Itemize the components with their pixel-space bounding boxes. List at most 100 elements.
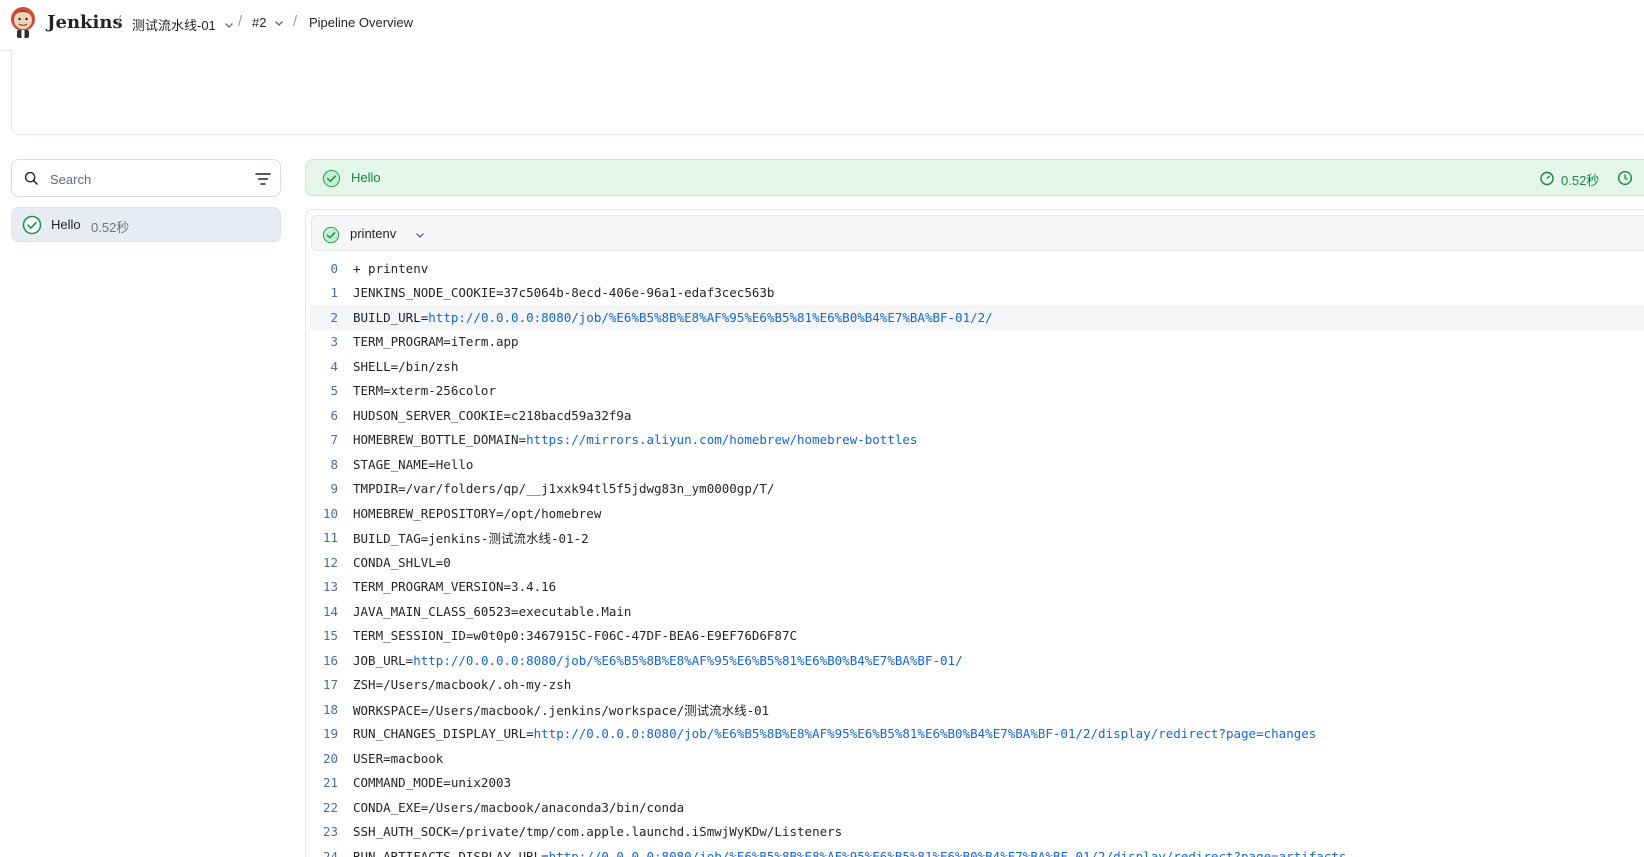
log-line-number[interactable]: 4: [310, 359, 338, 374]
breadcrumb-job-label[interactable]: 测试流水线-01: [132, 15, 216, 34]
log-line-text: STAGE_NAME=Hello: [353, 457, 473, 472]
log-line: 18 WORKSPACE=/Users/macbook/.jenkins/work…: [310, 697, 1644, 722]
log-line-content: JOB_URL=: [353, 652, 414, 668]
log-line-content: WORKSPACE=/Users/macbook/.jenkins/worksp…: [353, 702, 770, 718]
log-line-text: + printenv: [353, 261, 428, 276]
log-line-content: HOMEBREW_REPOSITORY=/opt/homebrew: [353, 505, 602, 521]
log-line: 4 SHELL=/bin/zsh: [310, 354, 1644, 379]
log-line-text: SHELL=/bin/zsh: [353, 359, 458, 374]
step-row-printenv[interactable]: printenv: [311, 215, 1644, 251]
log-line-number[interactable]: 2: [310, 310, 338, 325]
log-line-content: TERM_PROGRAM_VERSION=3.4.16: [353, 579, 557, 595]
stage-duration: 0.52秒: [1561, 173, 1600, 188]
log-link[interactable]: https://mirrors.aliyun.com/homebrew/home…: [526, 432, 917, 447]
log-line-text: USER=macbook: [353, 751, 443, 766]
search-icon: [24, 171, 38, 185]
success-check-icon: [322, 226, 340, 244]
log-line-number[interactable]: 11: [310, 530, 338, 545]
log-line: 6 HUDSON_SERVER_COOKIE=c218bacd59a32f9a: [310, 403, 1644, 428]
log-line-number[interactable]: 24: [310, 849, 338, 857]
chevron-down-icon[interactable]: [274, 18, 284, 28]
log-line: 17 ZSH=/Users/macbook/.oh-my-zsh: [310, 673, 1644, 698]
log-line-number[interactable]: 1: [310, 285, 338, 300]
chevron-down-icon[interactable]: [224, 20, 234, 30]
log-line-number[interactable]: 10: [310, 506, 338, 521]
log-line-text: CONDA_EXE=/Users/macbook/anaconda3/bin/c…: [353, 800, 684, 815]
log-line-number[interactable]: 16: [310, 653, 338, 668]
breadcrumb-job[interactable]: 测试流水线-01: [132, 15, 234, 34]
log-line-content: BUILD_TAG=jenkins-测试流水线-01-2: [353, 531, 589, 547]
log-line-text: CONDA_SHLVL=0: [353, 555, 451, 570]
breadcrumb-build-label[interactable]: #2: [252, 15, 266, 30]
log-line-number[interactable]: 23: [310, 824, 338, 839]
log-line-content: TERM_SESSION_ID=w0t0p0:3467915C-F06C-47D…: [353, 628, 798, 644]
log-line-number[interactable]: 15: [310, 628, 338, 643]
log-link[interactable]: http://0.0.0.0:8080/job/%E6%B5%8B%E8%AF%…: [549, 849, 1347, 857]
log-line-number[interactable]: 21: [310, 775, 338, 790]
stage-search-box: [11, 159, 281, 197]
timer-icon: [1540, 171, 1554, 186]
log-line-number[interactable]: 20: [310, 751, 338, 766]
log-line-content: RUN_CHANGES_DISPLAY_URL=: [353, 726, 534, 742]
log-line-content: HUDSON_SERVER_COOKIE=c218bacd59a32f9a: [353, 407, 632, 423]
log-line-number[interactable]: 22: [310, 800, 338, 815]
stage-title: Hello: [351, 170, 381, 185]
log-line-number[interactable]: 3: [310, 334, 338, 349]
log-line-content: SHELL=/bin/zsh: [353, 358, 459, 374]
log-line-content: HOMEBREW_BOTTLE_DOMAIN=: [353, 432, 527, 448]
log-line: 9 TMPDIR=/var/folders/qp/__j1xxk94tl5f5jd…: [310, 477, 1644, 502]
stage-header: Hello 0.52秒: [305, 159, 1644, 196]
log-line-text: RUN_ARTIFACTS_DISPLAY_URL=http://0.0.0.0…: [353, 849, 1346, 857]
console-log: 0 + printenv 1 JENKINS_NODE_COOKIE=37c5064b…: [310, 256, 1644, 857]
log-link[interactable]: http://0.0.0.0:8080/job/%E6%B5%8B%E8%AF%…: [428, 310, 992, 325]
log-line-text: TERM_PROGRAM=iTerm.app: [353, 334, 519, 349]
log-line-text: JAVA_MAIN_CLASS_60523=executable.Main: [353, 604, 631, 619]
log-line-content: ZSH=/Users/macbook/.oh-my-zsh: [353, 677, 572, 693]
log-line-number[interactable]: 12: [310, 555, 338, 570]
log-line-content: CONDA_SHLVL=0: [353, 554, 451, 570]
log-line-content: TERM=xterm-256color: [353, 383, 496, 399]
log-link[interactable]: http://0.0.0.0:8080/job/%E6%B5%8B%E8%AF%…: [534, 726, 1317, 741]
log-line-number[interactable]: 17: [310, 677, 338, 692]
log-line-text: BUILD_URL=http://0.0.0.0:8080/job/%E6%B5…: [353, 310, 993, 325]
log-line-number[interactable]: 0: [310, 261, 338, 276]
log-line-text: JOB_URL=http://0.0.0.0:8080/job/%E6%B5%8…: [353, 653, 963, 668]
log-line-number[interactable]: 19: [310, 726, 338, 741]
log-line: 13 TERM_PROGRAM_VERSION=3.4.16: [310, 575, 1644, 600]
breadcrumb-build[interactable]: #2: [252, 15, 284, 30]
log-line-text: BUILD_TAG=jenkins-测试流水线-01-2: [353, 528, 589, 547]
log-line-text: SSH_AUTH_SOCK=/private/tmp/com.apple.lau…: [353, 824, 842, 839]
jenkins-logo-icon[interactable]: [8, 6, 38, 40]
log-line-number[interactable]: 6: [310, 408, 338, 423]
filter-icon[interactable]: [255, 172, 271, 186]
log-line-content: USER=macbook: [353, 750, 444, 766]
pipeline-graph-panel: [11, 50, 1644, 135]
log-line-number[interactable]: 13: [310, 579, 338, 594]
search-input[interactable]: [50, 168, 240, 190]
log-line-content: COMMAND_MODE=unix2003: [353, 775, 512, 791]
log-line: 11 BUILD_TAG=jenkins-测试流水线-01-2: [310, 526, 1644, 551]
log-line-content: TERM_PROGRAM=iTerm.app: [353, 334, 519, 350]
brand-name[interactable]: Jenkins: [47, 12, 123, 33]
log-line-number[interactable]: 9: [310, 481, 338, 496]
log-line-content: SSH_AUTH_SOCK=/private/tmp/com.apple.lau…: [353, 824, 843, 840]
stage-list-item-duration: 0.52秒: [91, 220, 130, 235]
breadcrumb-current-label: Pipeline Overview: [309, 15, 414, 30]
log-line-number[interactable]: 8: [310, 457, 338, 472]
log-line-text: ZSH=/Users/macbook/.oh-my-zsh: [353, 677, 571, 692]
log-line-number[interactable]: 7: [310, 432, 338, 447]
success-check-icon: [22, 215, 42, 235]
log-line-content: TMPDIR=/var/folders/qp/__j1xxk94tl5f5jdw…: [353, 481, 775, 497]
log-line-content: BUILD_URL=: [353, 309, 429, 325]
log-line-number[interactable]: 14: [310, 604, 338, 619]
chevron-down-icon[interactable]: [415, 230, 425, 240]
log-line-content: JENKINS_NODE_COOKIE=37c5064b-8ecd-406e-9…: [353, 285, 775, 301]
log-line-number[interactable]: 18: [310, 702, 338, 717]
log-line-number[interactable]: 5: [310, 383, 338, 398]
log-link[interactable]: http://0.0.0.0:8080/job/%E6%B5%8B%E8%AF%…: [413, 653, 962, 668]
stage-list-item-hello[interactable]: Hello 0.52秒: [11, 207, 281, 242]
step-name[interactable]: printenv: [350, 226, 396, 241]
log-line: 16 JOB_URL=http://0.0.0.0:8080/job/%E6%B5…: [310, 648, 1644, 673]
log-line-text: JENKINS_NODE_COOKIE=37c5064b-8ecd-406e-9…: [353, 285, 774, 300]
clock-icon: [1617, 170, 1633, 186]
